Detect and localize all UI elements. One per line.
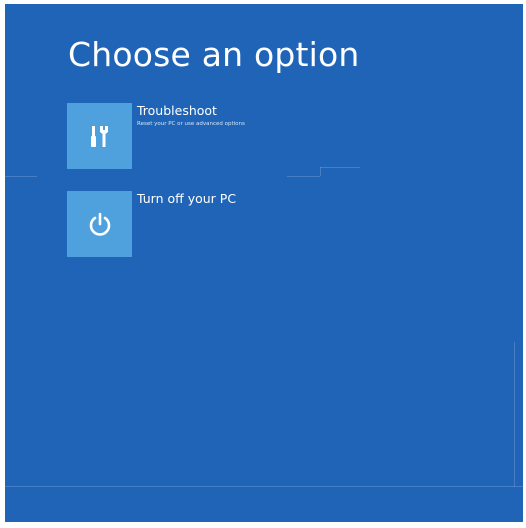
page-title: Choose an option — [68, 35, 360, 74]
troubleshoot-label: Troubleshoot — [137, 103, 217, 118]
turn-off-tile[interactable] — [67, 191, 132, 257]
troubleshoot-tile[interactable] — [67, 103, 132, 169]
tools-icon — [85, 121, 115, 151]
seam-line — [5, 176, 37, 177]
recovery-screen: Choose an option Troubleshoot Reset your… — [5, 4, 523, 522]
seam-line — [514, 342, 515, 487]
troubleshoot-description: Reset your PC or use advanced options — [137, 121, 245, 127]
seam-line — [5, 486, 523, 487]
power-icon — [86, 210, 114, 238]
seam-line — [320, 167, 360, 168]
troubleshoot-option[interactable]: Troubleshoot Reset your PC or use advanc… — [67, 103, 327, 169]
seam-line — [320, 167, 321, 176]
turn-off-option[interactable]: Turn off your PC — [67, 191, 327, 257]
seam-line — [287, 176, 320, 177]
turn-off-label: Turn off your PC — [137, 191, 237, 206]
